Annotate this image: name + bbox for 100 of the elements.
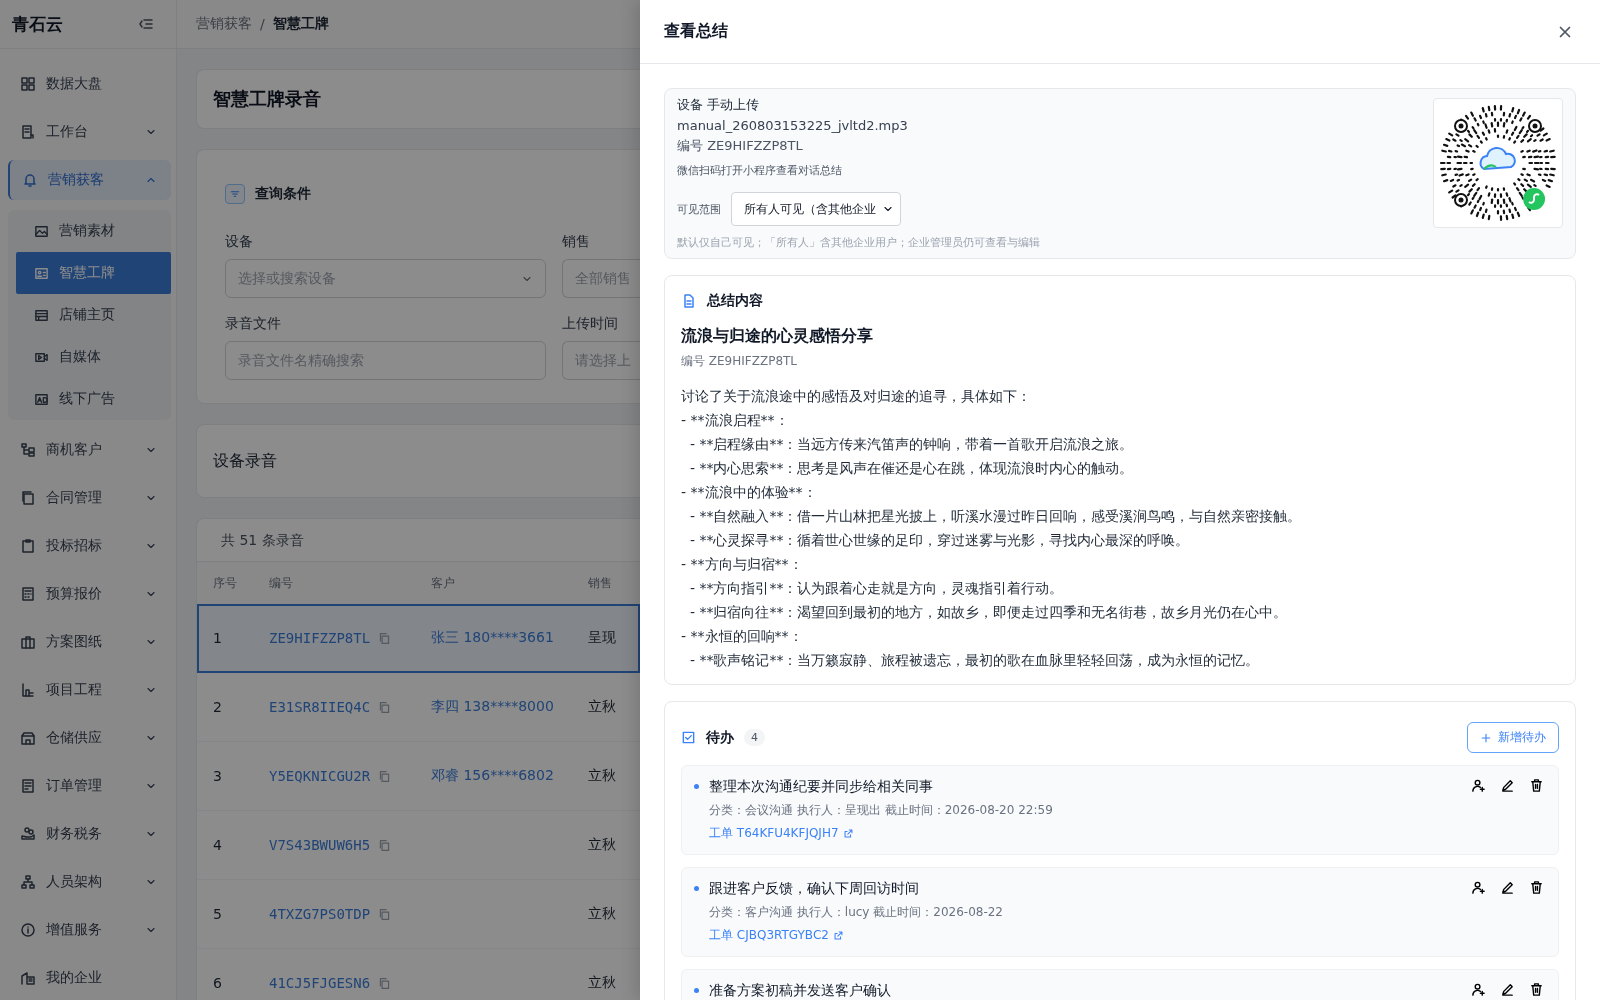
customer-link[interactable]: 张三 180****3661 (431, 629, 588, 647)
submenu-item[interactable]: 线下广告 (16, 378, 171, 420)
document-icon (681, 293, 697, 309)
trash-icon (1529, 982, 1544, 997)
record-link[interactable]: ZE9HIFZZP8TL (269, 630, 371, 646)
sidebar-item[interactable]: 我的企业 (8, 958, 171, 998)
table-cell-text: 2 (213, 699, 223, 715)
delete-button[interactable] (1529, 880, 1544, 895)
add-todo-button[interactable]: 新增待办 (1467, 722, 1559, 753)
bell-icon (22, 172, 38, 188)
summary-line: - **方向与归宿**： (681, 555, 804, 574)
ticket-link[interactable]: 工单 CJBQ3RTGYBC2 (709, 927, 1003, 944)
summary-line: - **流浪启程**： (681, 411, 790, 430)
edit-button[interactable] (1500, 778, 1515, 793)
table-cell-text: 1 (213, 630, 223, 646)
record-count: 共 51 条录音 (221, 532, 304, 550)
section-title: 待办 (706, 728, 734, 747)
assign-button[interactable] (1471, 880, 1486, 895)
sidebar-item[interactable]: 增值服务 (8, 910, 171, 950)
table-cell-text: 5 (213, 906, 223, 922)
submenu-item[interactable]: 自媒体 (16, 336, 171, 378)
delete-button[interactable] (1529, 778, 1544, 793)
field-label: 销售 (562, 233, 591, 251)
backdrop[interactable] (0, 0, 640, 1000)
app-logo: 青石云 (12, 12, 63, 36)
edit-button[interactable] (1500, 880, 1515, 895)
bar-chart-icon (20, 682, 36, 698)
record-link[interactable]: Y5EQKNICGU2R (269, 768, 371, 784)
submenu-item[interactable]: 营销素材 (16, 210, 171, 252)
field-label: 录音文件 (225, 315, 282, 333)
sidebar-item[interactable]: 订单管理 (8, 766, 171, 806)
image-icon (34, 223, 49, 239)
store-icon (34, 307, 49, 323)
visibility-note: 默认仅自己可见；「所有人」含其他企业用户；企业管理员仍可查看与编辑 (677, 236, 1040, 250)
documents-icon (20, 490, 36, 506)
submenu-item[interactable]: 店铺主页 (16, 294, 171, 336)
user-plus-icon (1471, 778, 1486, 793)
summary-title: 流浪与归途的心灵感悟分享 (681, 326, 874, 347)
customer-link[interactable]: 李四 138****8000 (431, 698, 588, 716)
copy-icon (378, 907, 392, 921)
info-icon (20, 922, 36, 938)
table-cell-text: 立秋 (588, 905, 617, 923)
id-card-icon (34, 265, 49, 281)
summary-line: - **歌声铭记**：当万籁寂静、旅程被遗忘，最初的歌在血脉里轻轻回荡，成为永恒的记忆。 (688, 651, 1261, 670)
ticket-link[interactable]: 工单 T64KFU4KFJQJH7 (709, 825, 1053, 842)
edit-button[interactable] (1500, 982, 1515, 997)
table-cell-text: 6 (213, 975, 223, 991)
pencil-icon (1500, 982, 1515, 997)
customer-link[interactable]: 邓睿 156****6802 (431, 767, 588, 785)
breadcrumb-item: 智慧工牌 (272, 15, 329, 33)
record-link[interactable]: V7S43BWUW6H5 (269, 837, 371, 853)
record-link[interactable]: 41CJ5FJGESN6 (269, 975, 371, 991)
document-icon (20, 778, 36, 794)
drawer-title: 查看总结 (664, 21, 728, 42)
grid-icon (20, 76, 36, 92)
sidebar-item[interactable]: 财务税务 (8, 814, 171, 854)
page-title: 智慧工牌录音 (196, 69, 640, 129)
trash-icon (1529, 880, 1544, 895)
record-link[interactable]: E31SR8IIEQ4C (269, 699, 371, 715)
record-link[interactable]: 4TXZG7PS0TDP (269, 906, 371, 922)
sidebar-item[interactable]: 项目工程 (8, 670, 171, 710)
scan-hint: 微信扫码打开小程序查看对话总结 (677, 163, 843, 178)
external-link-icon (842, 828, 854, 839)
trash-icon (1529, 778, 1544, 793)
summary-line: - **流浪中的体验**： (681, 483, 818, 502)
clipboard-icon (20, 538, 36, 554)
summary-line: - **永恒的回响**： (681, 627, 804, 646)
column-header: 客户 (431, 574, 456, 592)
sidebar-item[interactable]: 合同管理 (8, 478, 171, 518)
summary-line: - **启程缘由**：当远方传来汽笛声的钟响，带着一首歌开启流浪之旅。 (688, 435, 1135, 454)
sidebar-item[interactable]: 方案图纸 (8, 622, 171, 662)
assign-button[interactable] (1471, 982, 1486, 997)
sidebar-item[interactable]: 数据大盘 (8, 64, 171, 104)
breadcrumb-item[interactable]: 营销获客 (196, 15, 252, 33)
visibility-select[interactable]: 所有人可见（含其他企业 (731, 192, 901, 226)
column-header: 销售 (588, 574, 613, 592)
sidebar-item[interactable]: 营销获客 (8, 160, 171, 200)
copy-icon (378, 631, 392, 645)
user-plus-icon (1471, 880, 1486, 895)
sidebar-item[interactable]: 人员架构 (8, 862, 171, 902)
section-title: 总结内容 (707, 292, 763, 310)
table-cell-text: 立秋 (588, 767, 617, 785)
calculator-icon (20, 586, 36, 602)
delete-button[interactable] (1529, 982, 1544, 997)
table-cell-text: 立秋 (588, 836, 617, 854)
device-label: 设备 手动上传 (677, 96, 761, 114)
assign-button[interactable] (1471, 778, 1486, 793)
pencil-icon (1500, 880, 1515, 895)
summary-line: - **自然融入**：借一片山林把星光披上，听溪水漫过昨日回响，感受溪涧鸟鸣，与自然亲密接触。 (688, 507, 1303, 526)
sidebar-item[interactable]: 商机客户 (8, 430, 171, 470)
count-badge: 4 (744, 729, 765, 746)
sidebar-item[interactable]: 预算报价 (8, 574, 171, 614)
todo-meta: 分类：会议沟通 执行人：呈现出 截止时间：2026-08-20 22:59 (709, 802, 1053, 819)
submenu-item[interactable]: 智慧工牌 (16, 252, 171, 294)
column-header: 编号 (269, 574, 294, 592)
sidebar-item[interactable]: 投标招标 (8, 526, 171, 566)
sidebar-item[interactable]: 仓储供应 (8, 718, 171, 758)
breadcrumb-separator: / (260, 16, 265, 32)
table-row[interactable]: 1 ZE9HIFZZP8TL 张三 180****3661 呈现 (197, 604, 640, 673)
sidebar-item[interactable]: 工作台 (8, 112, 171, 152)
